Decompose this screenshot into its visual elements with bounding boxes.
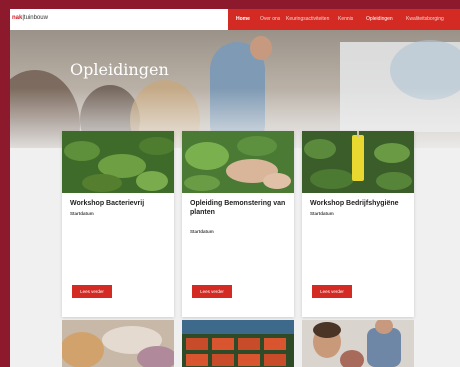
- card-meta: Startdatum: [310, 211, 410, 216]
- nav-menu: Home Over ons Keuringsactiviteiten Kenni…: [228, 9, 460, 30]
- plant-leaves-image: [62, 131, 174, 193]
- next-card-image-3[interactable]: [302, 320, 414, 367]
- workshop-photo: [62, 320, 174, 367]
- next-card-image-1[interactable]: [62, 320, 174, 367]
- card-meta: Startdatum: [70, 211, 170, 216]
- read-more-button[interactable]: Lees verder: [312, 285, 352, 298]
- read-more-button[interactable]: Lees verder: [192, 285, 232, 298]
- logo[interactable]: nak|tuinbouw: [12, 15, 48, 21]
- next-card-image-2[interactable]: [182, 320, 294, 367]
- nav-item-kwaliteitsborging[interactable]: Kwaliteitsborging: [406, 16, 444, 22]
- seedling-trays-photo: [182, 320, 294, 367]
- meta-label: Startdatum: [70, 211, 94, 216]
- hand-on-plant-image: [182, 131, 294, 193]
- course-card-bacterievrij[interactable]: Workshop Bacterievrij Startdatum Lees ve…: [62, 131, 174, 317]
- yellow-sticky-trap-photo: [302, 131, 414, 193]
- nav-item-keuringsactiviteiten[interactable]: Keuringsactiviteiten: [286, 16, 329, 22]
- nav-item-opleidingen[interactable]: Opleidingen: [366, 16, 393, 22]
- course-card-bemonstering[interactable]: Opleiding Bemonstering van planten Start…: [182, 131, 294, 317]
- nav-item-kennis[interactable]: Kennis: [338, 16, 353, 22]
- read-more-button[interactable]: Lees verder: [72, 285, 112, 298]
- meta-label: Startdatum: [310, 211, 334, 216]
- browser-screen: nak|tuinbouw Home Over ons Keuringsactiv…: [10, 9, 460, 367]
- meta-label: Startdatum: [190, 229, 214, 234]
- nav-item-home[interactable]: Home: [236, 16, 250, 22]
- logo-prefix: nak: [12, 15, 23, 21]
- card-title[interactable]: Workshop Bedrijfshygiëne: [310, 199, 410, 208]
- people-photo: [302, 320, 414, 367]
- card-meta: Startdatum: [190, 229, 290, 234]
- nav-item-over-ons[interactable]: Over ons: [260, 16, 280, 22]
- hero-title: Opleidingen: [70, 60, 169, 79]
- hand-on-plant-photo: [182, 131, 294, 193]
- course-card-bedrijfshygiene[interactable]: Workshop Bedrijfshygiëne Startdatum Lees…: [302, 131, 414, 317]
- top-navigation: nak|tuinbouw Home Over ons Keuringsactiv…: [10, 9, 460, 30]
- plant-leaves-photo: [62, 131, 174, 193]
- yellow-trap-image: [302, 131, 414, 193]
- card-title[interactable]: Workshop Bacterievrij: [70, 199, 170, 208]
- card-title[interactable]: Opleiding Bemonstering van planten: [190, 199, 290, 217]
- logo-name: tuinbouw: [23, 15, 48, 21]
- hero-photo-presenter-head: [250, 36, 272, 60]
